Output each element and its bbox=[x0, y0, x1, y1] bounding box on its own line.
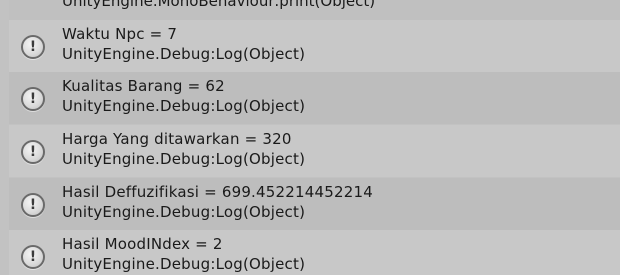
info-icon: ! bbox=[21, 140, 45, 164]
entry-trace: UnityEngine.Debug:Log(Object) bbox=[62, 255, 306, 273]
entry-message: Hasil MoodINdex = 2 bbox=[62, 235, 223, 253]
info-icon: ! bbox=[21, 87, 45, 111]
console-entry-partial[interactable]: UnityEngine.MonoBehaviour:print(Object) bbox=[9, 0, 620, 20]
console-entry[interactable]: ! Waktu Npc = 7 UnityEngine.Debug:Log(Ob… bbox=[9, 20, 620, 72]
info-icon: ! bbox=[21, 35, 45, 59]
console-entry[interactable]: ! Hasil MoodINdex = 2 UnityEngine.Debug:… bbox=[9, 230, 620, 275]
console-entry[interactable]: ! Hasil Deffuzifikasi = 699.452214452214… bbox=[9, 178, 620, 230]
info-icon: ! bbox=[21, 245, 45, 269]
entry-trace: UnityEngine.Debug:Log(Object) bbox=[62, 203, 306, 221]
entry-trace: UnityEngine.Debug:Log(Object) bbox=[62, 97, 306, 115]
entry-trace: UnityEngine.Debug:Log(Object) bbox=[62, 150, 306, 168]
entry-message: Kualitas Barang = 62 bbox=[62, 77, 225, 95]
entry-message: Hasil Deffuzifikasi = 699.452214452214 bbox=[62, 183, 373, 201]
info-icon: ! bbox=[21, 193, 45, 217]
entry-trace: UnityEngine.MonoBehaviour:print(Object) bbox=[62, 0, 376, 10]
console-entry[interactable]: ! Kualitas Barang = 62 UnityEngine.Debug… bbox=[9, 72, 620, 124]
console-entry[interactable]: ! Harga Yang ditawarkan = 320 UnityEngin… bbox=[9, 125, 620, 177]
console-log-list: UnityEngine.MonoBehaviour:print(Object) … bbox=[0, 0, 627, 275]
entry-message: Waktu Npc = 7 bbox=[62, 25, 178, 43]
panel-edge bbox=[620, 0, 627, 275]
entry-trace: UnityEngine.Debug:Log(Object) bbox=[62, 45, 306, 63]
entry-message: Harga Yang ditawarkan = 320 bbox=[62, 130, 292, 148]
